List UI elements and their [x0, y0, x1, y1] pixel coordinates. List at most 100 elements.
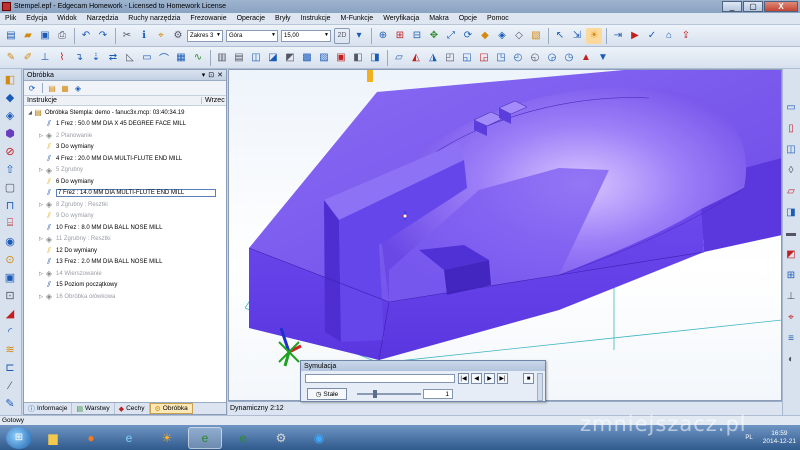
undo-icon[interactable]: ↶ — [78, 28, 94, 44]
slot-icon[interactable]: ⇄ — [105, 50, 121, 66]
menu-instrukcje[interactable]: Instrukcje — [296, 15, 336, 22]
view-bottom-icon[interactable]: ▬ — [783, 225, 799, 241]
menu-pomoc[interactable]: Pomoc — [482, 15, 514, 22]
fixture-icon[interactable]: ⊓ — [2, 198, 18, 212]
toolpath-icon[interactable]: ⇥ — [610, 28, 626, 44]
properties-icon[interactable]: ⚙ — [170, 28, 186, 44]
stop-button[interactable]: ■ — [523, 373, 534, 384]
body-icon[interactable]: ◆ — [2, 90, 18, 104]
menu-m-funkcje[interactable]: M-Funkcje — [336, 15, 379, 22]
tree-row[interactable]: ▷ ◈ 16 Obróbka ołówkowa — [24, 291, 226, 303]
cut-icon[interactable]: ✂ — [119, 28, 135, 44]
tree-row[interactable]: ◢ ▤ Obróbka Stempla: demo - fanuc3x.mcp: 0… — [24, 107, 226, 119]
constant-speed-button[interactable]: ◷ Stałe — [307, 388, 347, 400]
rewind-button[interactable]: |◀ — [458, 373, 469, 384]
roughing-icon[interactable]: ⌇ — [54, 50, 70, 66]
tree-row[interactable]: ▷ ◈ 8 Zgrubny : Resztki — [24, 199, 226, 211]
pocket-feature-icon[interactable]: ▣ — [2, 271, 18, 285]
stock-icon[interactable]: ▧ — [528, 28, 544, 44]
pin-icon[interactable]: ▾ — [202, 71, 206, 79]
cpl-icon[interactable]: ⊥ — [783, 288, 799, 304]
cycle-1-icon[interactable]: ▥ — [214, 50, 230, 66]
menu-plik[interactable]: Plik — [0, 15, 21, 22]
thread-icon[interactable]: ≋ — [2, 343, 18, 357]
measure-icon[interactable]: ⌖ — [153, 28, 169, 44]
view-select[interactable]: Góra ▼ — [226, 29, 278, 42]
panel-close-icon[interactable]: ✕ — [217, 71, 223, 79]
edgecam-task-icon[interactable]: e — [188, 426, 222, 449]
cycle-2-icon[interactable]: ▤ — [231, 50, 247, 66]
cycle-7-icon[interactable]: ▨ — [316, 50, 332, 66]
zoom-out-icon[interactable]: ⊟ — [409, 28, 425, 44]
mode-2d-button[interactable]: 2D — [334, 27, 350, 44]
view-right-icon[interactable]: ◫ — [783, 141, 799, 157]
redo-icon[interactable]: ↷ — [95, 28, 111, 44]
view-custom-icon[interactable]: ◩ — [783, 246, 799, 262]
tab-cechy[interactable]: ◆ Cechy — [115, 403, 150, 414]
menu-opcje[interactable]: Opcje — [454, 15, 482, 22]
tab-informacje[interactable]: ⓘ Informacje — [24, 403, 73, 414]
refresh-icon[interactable]: ⟳ — [26, 82, 38, 94]
sketch-icon[interactable]: ✎ — [2, 397, 18, 411]
save-icon[interactable]: ▣ — [37, 28, 53, 44]
hole-feature-icon[interactable]: ⊙ — [2, 252, 18, 266]
tree-row[interactable]: ▷ ◈ 2 Planowanie — [24, 130, 226, 142]
verify-icon[interactable]: ✓ — [644, 28, 660, 44]
tree-row[interactable]: ⫽ 7 Frez : 14.0 MM DIA MULTI-FLUTE END MI… — [24, 188, 226, 200]
edit-tool-icon[interactable]: ✐ — [20, 50, 36, 66]
feature-finder-icon[interactable]: ◧ — [2, 72, 18, 86]
solid-icon[interactable]: ⬢ — [2, 126, 18, 140]
contour-icon[interactable]: ⌒ — [156, 50, 172, 66]
cycle-15-icon[interactable]: ◱ — [459, 50, 475, 66]
tree-row[interactable]: ⫽ 3 Do wymiany — [24, 142, 226, 154]
tree-row[interactable]: ⫽ 1 Frez : 50.0 MM DIA X 45 DEGREE FACE M… — [24, 119, 226, 131]
simulation-progress-track[interactable] — [305, 374, 455, 383]
cursor-icon[interactable]: ↖ — [552, 28, 568, 44]
cycle-20-icon[interactable]: ◶ — [544, 50, 560, 66]
edge-icon[interactable]: ⁄ — [2, 379, 18, 393]
edgecam-task-2-icon[interactable]: e — [226, 427, 260, 449]
chamfer-icon[interactable]: ◺ — [122, 50, 138, 66]
stock-box-icon[interactable]: ▢ — [2, 180, 18, 194]
tree-row[interactable]: ▷ ◈ 11 Zgrubny : Resztki — [24, 234, 226, 246]
graphics-viewport[interactable] — [228, 69, 782, 401]
grid-icon[interactable]: ⊞ — [783, 267, 799, 283]
minimize-button[interactable]: _ — [722, 1, 742, 12]
menu-operacje[interactable]: Operacje — [232, 15, 270, 22]
speed-value[interactable]: 1 — [423, 389, 453, 399]
machine-icon[interactable]: ⌂ — [661, 28, 677, 44]
start-button[interactable]: ⊞ — [6, 426, 32, 449]
cycle-6-icon[interactable]: ▩ — [299, 50, 315, 66]
firefox-icon[interactable]: ● — [74, 427, 108, 449]
menu-bryly[interactable]: Bryły — [270, 15, 296, 22]
sun-icon[interactable]: ☀ — [150, 427, 184, 449]
cycle-23-icon[interactable]: ▼ — [595, 50, 611, 66]
cycle-14-icon[interactable]: ◰ — [442, 50, 458, 66]
info-icon[interactable]: ℹ — [136, 28, 152, 44]
speed-slider-thumb[interactable] — [373, 390, 377, 398]
select-icon[interactable]: ⇲ — [569, 28, 585, 44]
rest-icon[interactable]: ▦ — [173, 50, 189, 66]
fillet-icon[interactable]: ◜ — [2, 325, 18, 339]
tree-row[interactable]: ⫽ 15 Poziom początkowy — [24, 280, 226, 292]
cycle-17-icon[interactable]: ◳ — [493, 50, 509, 66]
cycle-10-icon[interactable]: ◨ — [367, 50, 383, 66]
rotate-icon[interactable]: ⟳ — [460, 28, 476, 44]
profiling-icon[interactable]: ↴ — [71, 50, 87, 66]
cycle-16-icon[interactable]: ◲ — [476, 50, 492, 66]
menu-widok[interactable]: Widok — [52, 15, 81, 22]
cycle-3-icon[interactable]: ◫ — [248, 50, 264, 66]
pocket-icon[interactable]: ▭ — [139, 50, 155, 66]
maximize-button[interactable]: ▢ — [743, 1, 763, 12]
sequence-edit-icon[interactable]: ▦ — [59, 82, 71, 94]
cycle-21-icon[interactable]: ◷ — [561, 50, 577, 66]
tool-icon[interactable]: ✎ — [3, 50, 19, 66]
step-forward-button[interactable]: ▶| — [497, 373, 508, 384]
view-back-icon[interactable]: ▱ — [783, 183, 799, 199]
extrude-icon[interactable]: ⇧ — [2, 162, 18, 176]
view-left-icon[interactable]: ◨ — [783, 204, 799, 220]
view-iso-icon[interactable]: ◊ — [783, 162, 799, 178]
menu-edycja[interactable]: Edycja — [21, 15, 52, 22]
view-front-icon[interactable]: ▯ — [783, 120, 799, 136]
step-back-button[interactable]: ◀ — [471, 373, 482, 384]
